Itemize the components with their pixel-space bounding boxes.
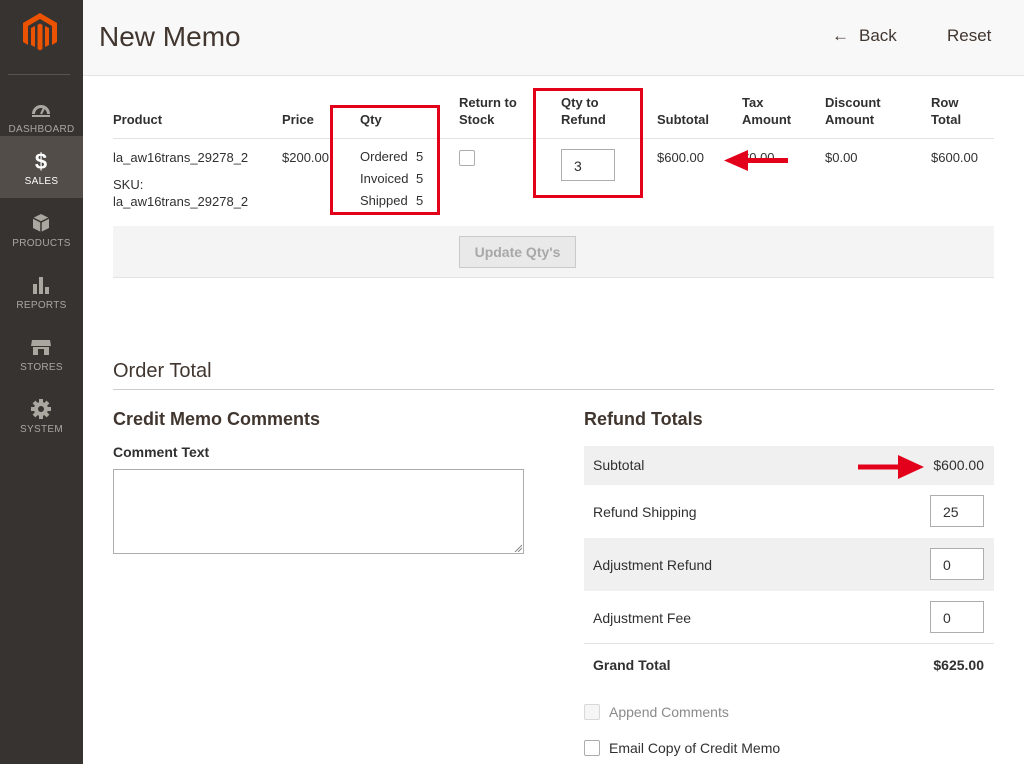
col-header-line: Return to: [459, 95, 517, 110]
col-header-line: Row: [931, 95, 959, 110]
adjustment-fee-input[interactable]: 0: [930, 601, 984, 633]
sidebar-item-label: SALES: [24, 176, 59, 187]
sidebar-item-system[interactable]: SYSTEM: [0, 384, 83, 446]
grand-total-label: Grand Total: [593, 657, 671, 673]
update-qty-bar: Update Qty's: [113, 226, 994, 278]
back-button[interactable]: ← Back: [832, 26, 897, 46]
annotation-box-qty: [330, 105, 440, 215]
adjustment-refund-label: Adjustment Refund: [593, 557, 713, 573]
bar-chart-icon: [33, 277, 49, 294]
col-header-return-to-stock: Return to Stock: [459, 94, 517, 128]
item-price: $200.00: [282, 150, 329, 165]
col-header-subtotal: Subtotal: [657, 112, 709, 127]
item-subtotal: $600.00: [657, 150, 704, 165]
sidebar-item-label: PRODUCTS: [12, 238, 71, 249]
annotation-arrow-left-icon: [724, 150, 788, 171]
refund-totals-title: Refund Totals: [584, 409, 703, 429]
refund-shipping-label: Refund Shipping: [593, 504, 697, 520]
back-button-label: Back: [859, 26, 897, 45]
adjustment-refund-row: Adjustment Refund 0: [584, 538, 994, 591]
sidebar-item-label: REPORTS: [16, 300, 67, 311]
adjustment-fee-label: Adjustment Fee: [593, 610, 692, 626]
append-comments-label: Append Comments: [609, 704, 729, 720]
comment-text-textarea[interactable]: [113, 469, 524, 554]
resize-grip-icon[interactable]: [514, 544, 522, 552]
store-icon: [31, 340, 51, 355]
col-header-line: Total: [931, 112, 962, 127]
comment-text-label: Comment Text: [113, 444, 210, 460]
col-header-line: Amount: [825, 112, 875, 127]
sidebar-item-reports[interactable]: REPORTS: [0, 260, 83, 322]
col-header-row-total: Row Total: [931, 94, 961, 128]
refund-subtotal-value: $600.00: [933, 457, 984, 473]
dollar-icon: $: [35, 150, 47, 172]
page-title: New Memo: [99, 21, 241, 52]
order-total-title: Order Total: [113, 360, 212, 382]
col-header-tax-amount: Tax Amount: [742, 94, 791, 128]
item-discount-amount: $0.00: [825, 150, 858, 165]
return-to-stock-checkbox[interactable]: [459, 150, 475, 166]
reset-button[interactable]: Reset: [947, 26, 991, 46]
sidebar-item-label: STORES: [20, 362, 63, 373]
sidebar-item-label: DASHBOARD: [8, 124, 75, 135]
magento-logo-icon[interactable]: [22, 12, 58, 52]
append-comments-checkbox[interactable]: [584, 704, 600, 720]
col-header-price: Price: [282, 112, 314, 127]
product-name: la_aw16trans_29278_2: [113, 150, 249, 165]
col-header-line: Stock: [459, 112, 495, 127]
refund-subtotal-row: Subtotal $600.00: [584, 446, 994, 485]
product-sku: la_aw16trans_29278_2: [113, 194, 249, 209]
col-header-line: Discount: [825, 95, 881, 110]
dashboard-icon: [32, 105, 50, 117]
svg-text:$: $: [35, 150, 47, 172]
gear-icon: [31, 399, 51, 419]
sidebar-item-label: SYSTEM: [20, 424, 63, 435]
grand-total-row: Grand Total $625.00: [584, 645, 994, 685]
col-header-line: Amount: [742, 112, 792, 127]
refund-shipping-input[interactable]: 25: [930, 495, 984, 527]
email-copy-checkbox[interactable]: [584, 740, 600, 756]
col-header-product: Product: [113, 112, 163, 127]
order-total-divider: [113, 389, 994, 390]
grand-total-value: $625.00: [933, 657, 984, 673]
page-header: New Memo ← Back Reset: [83, 0, 1024, 76]
arrow-left-icon: ←: [832, 26, 849, 45]
email-copy-label: Email Copy of Credit Memo: [609, 740, 781, 756]
col-header-discount-amount: Discount Amount: [825, 94, 881, 128]
sidebar-item-stores[interactable]: STORES: [0, 322, 83, 384]
col-header-line: Tax: [742, 95, 764, 110]
refund-shipping-row: Refund Shipping 25: [584, 485, 994, 538]
box-icon: [32, 214, 50, 232]
credit-memo-comments-title: Credit Memo Comments: [113, 409, 321, 429]
item-row-total: $600.00: [931, 150, 978, 165]
adjustment-fee-row: Adjustment Fee 0: [584, 591, 994, 644]
update-qtys-button[interactable]: Update Qty's: [459, 236, 576, 268]
logo-divider: [8, 74, 70, 75]
annotation-box-qty-to-refund: [533, 88, 643, 198]
sidebar-item-products[interactable]: PRODUCTS: [0, 198, 83, 260]
sidebar-item-sales[interactable]: $ SALES: [0, 136, 83, 198]
refund-subtotal-label: Subtotal: [593, 457, 645, 473]
admin-sidebar: DASHBOARD $ SALES PRODUCTS REPORTS STORE…: [0, 0, 83, 764]
sku-label: SKU:: [113, 177, 144, 192]
adjustment-refund-input[interactable]: 0: [930, 548, 984, 580]
annotation-arrow-right-icon: [858, 455, 924, 479]
